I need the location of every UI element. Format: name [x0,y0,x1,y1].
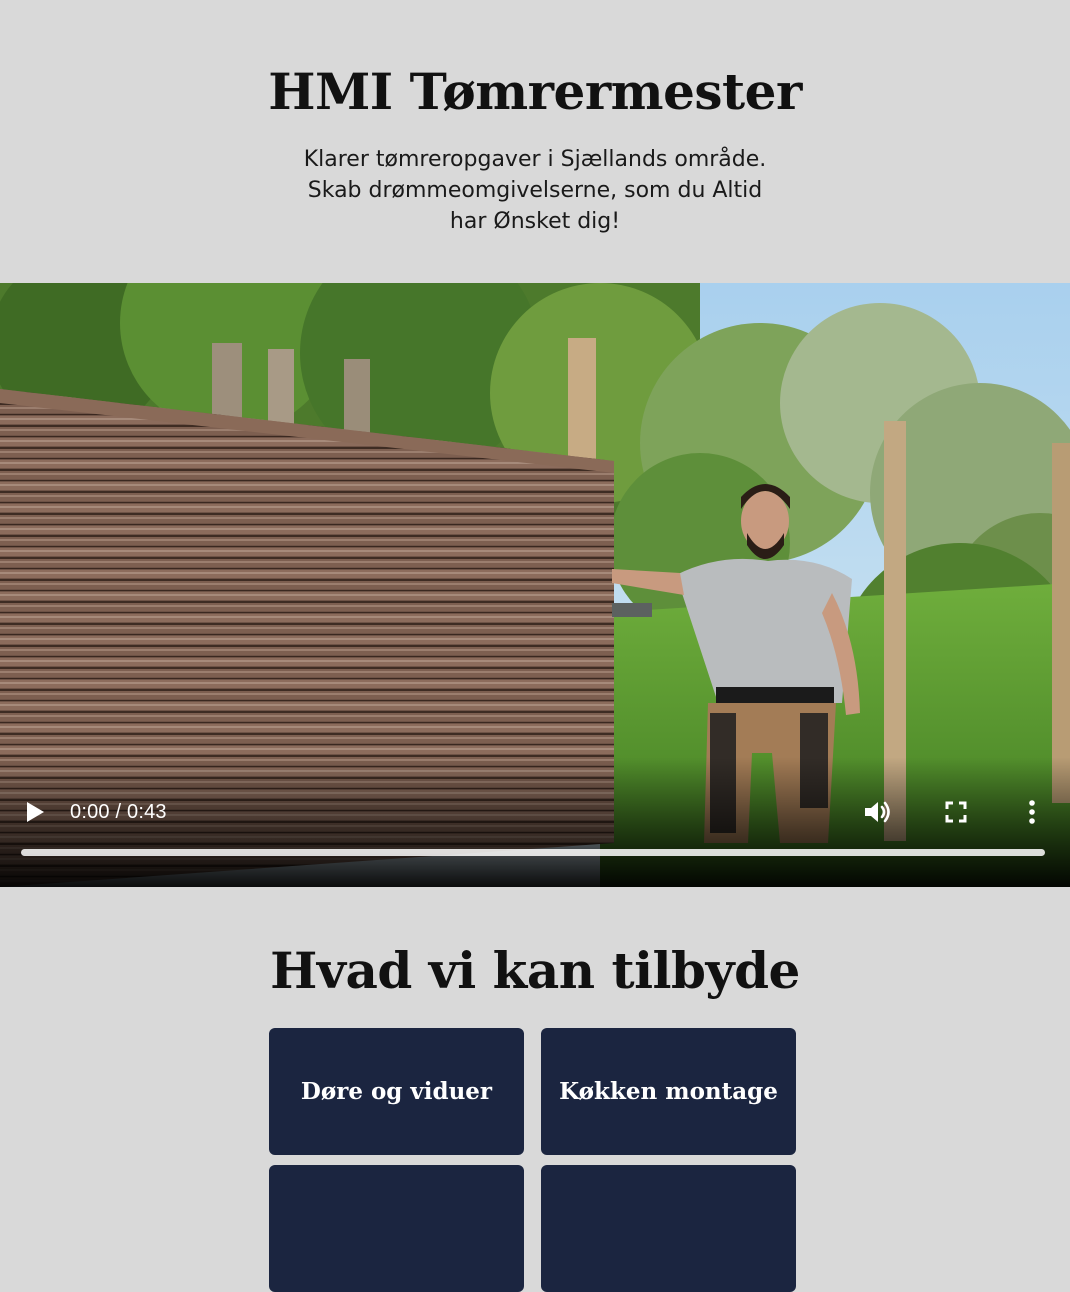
service-card[interactable] [541,1165,796,1292]
more-options-button[interactable] [1018,795,1046,829]
service-card-kitchen-assembly[interactable]: Køkken montage [541,1028,796,1155]
volume-button[interactable] [860,795,896,829]
service-card[interactable] [269,1165,524,1292]
play-icon [27,802,44,822]
fullscreen-icon [945,801,967,823]
video-progress-bar[interactable] [21,849,1045,856]
services-grid: Døre og viduer Køkken montage [269,1028,797,1292]
page-subtitle: Klarer tømreropgaver i Sjællands område.… [303,147,767,234]
hero-section: HMI Tømrermester Klarer tømreropgaver i … [0,0,1070,237]
more-vertical-icon [1029,800,1035,824]
services-title: Hvad vi kan tilbyde [270,941,800,1000]
video-player[interactable]: 0:00 / 0:43 [0,283,1070,887]
page-title: HMI Tømrermester [268,62,802,121]
service-card-doors-windows[interactable]: Døre og viduer [269,1028,524,1155]
services-section: Hvad vi kan tilbyde Døre og viduer Køkke… [0,887,1070,1292]
volume-icon [865,801,890,823]
video-time: 0:00 / 0:43 [70,800,167,823]
play-button[interactable] [18,795,52,829]
fullscreen-button[interactable] [938,795,974,829]
